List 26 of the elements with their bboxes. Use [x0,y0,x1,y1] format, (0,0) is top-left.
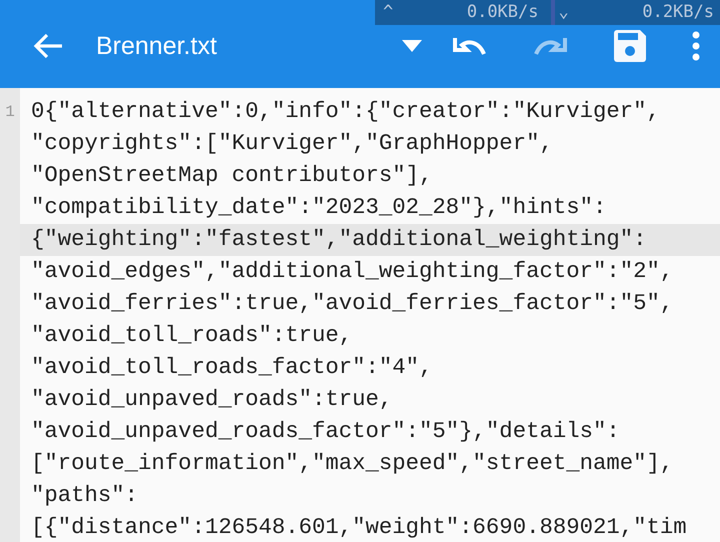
save-button[interactable] [612,28,648,64]
code-line: 0{"alternative":0,"info":{"creator":"Kurviger", [31,97,660,126]
download-arrow: ⌄ [558,0,570,24]
code-line: {"weighting":"fastest","additional_weighting": [31,225,646,254]
undo-icon [451,36,489,56]
more-icon [692,31,700,61]
upload-rate: 0.0KB/s [466,0,538,24]
upload-arrow: ^ [383,0,394,24]
code-line: "paths": [31,481,138,510]
code-line: "avoid_unpaved_roads":true, [31,385,392,414]
file-title: Brenner.txt [96,31,217,62]
code-line: "avoid_unpaved_roads_factor":"5"},"details": [31,417,620,446]
code-line: "compatibility_date":"2023_02_28"},"hints": [31,193,606,222]
code-line: "avoid_edges","additional_weighting_factor":"2", [31,257,674,286]
code-line: "avoid_toll_roads":true, [31,321,352,350]
redo-icon [531,36,569,56]
code-line: [{"distance":126548.601,"weight":6690.889021,"tim [31,513,687,542]
download-rate: 0.2KB/s [642,0,714,24]
back-arrow-icon [32,32,64,60]
caret-icon [402,40,422,52]
line-number: 1 [5,102,15,123]
code-line: ["route_information","max_speed","street_name"], [31,449,674,478]
code-line: "copyrights":["Kurviger","GraphHopper", [31,129,553,158]
code-line: "avoid_ferries":true,"avoid_ferries_factor":"5", [31,289,674,318]
code-line: "avoid_toll_roads_factor":"4", [31,353,432,382]
code-line: "OpenStreetMap contributors"], [31,161,432,190]
